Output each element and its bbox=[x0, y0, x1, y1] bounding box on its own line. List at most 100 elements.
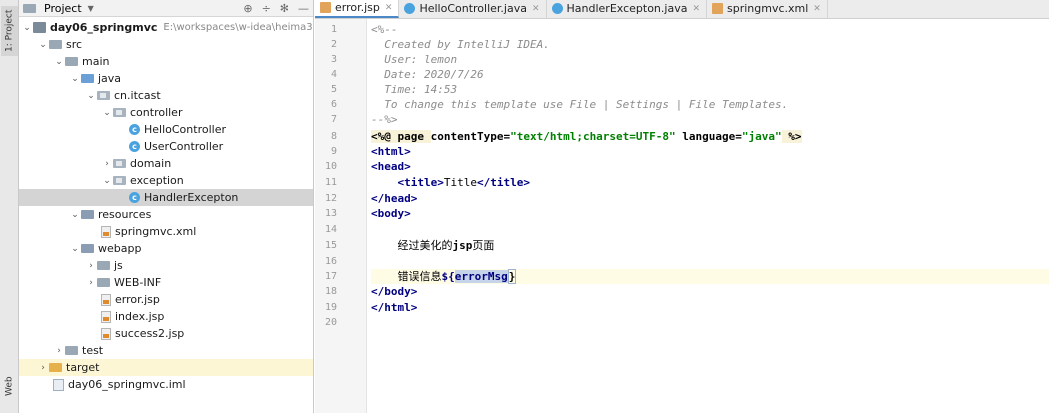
tab-springmvc-xml[interactable]: springmvc.xml ✕ bbox=[707, 0, 828, 18]
close-icon[interactable]: ✕ bbox=[532, 4, 540, 14]
attr-value: "java" bbox=[741, 130, 782, 143]
tree-item-src[interactable]: ⌄ src bbox=[19, 36, 313, 53]
chevron-right-icon[interactable]: › bbox=[37, 363, 49, 373]
code-line-2: Created by IntelliJ IDEA. bbox=[371, 38, 550, 51]
tree-item-iml-file[interactable]: day06_springmvc.iml bbox=[19, 376, 313, 393]
tree-item-hellocontroller[interactable]: c HelloController bbox=[19, 121, 313, 138]
el-variable: errorMsg bbox=[454, 270, 508, 283]
chevron-down-icon[interactable]: ⌄ bbox=[101, 176, 113, 186]
chevron-down-icon[interactable]: ⌄ bbox=[53, 57, 65, 67]
project-folder-icon bbox=[23, 3, 36, 13]
chevron-down-icon[interactable]: ⌄ bbox=[21, 23, 33, 33]
module-file-icon bbox=[53, 378, 64, 391]
tree-item-handlerexcepton[interactable]: c HandlerExcepton bbox=[19, 189, 313, 206]
close-icon[interactable]: ✕ bbox=[692, 4, 700, 14]
chevron-right-icon[interactable]: › bbox=[85, 278, 97, 288]
chevron-down-icon[interactable]: ⌄ bbox=[37, 40, 49, 50]
class-icon: c bbox=[129, 141, 140, 152]
line-number: 6 bbox=[330, 99, 337, 110]
code-line-13: <body> bbox=[371, 207, 411, 220]
tree-item-project-root[interactable]: ⌄ day06_springmvc E:\workspaces\w-idea\h… bbox=[19, 19, 314, 36]
tree-item-success2-jsp[interactable]: success2.jsp bbox=[19, 325, 313, 342]
line-number: 17 bbox=[324, 271, 337, 282]
tree-item-web-inf[interactable]: › WEB-INF bbox=[19, 274, 313, 291]
locate-icon[interactable]: ⊕ bbox=[243, 2, 252, 15]
tree-item-target[interactable]: › target bbox=[19, 359, 313, 376]
code-line-8: <%@ page contentType="text/html;charset=… bbox=[371, 129, 802, 144]
tab-hellocontroller-java[interactable]: HelloController.java ✕ bbox=[399, 0, 547, 18]
code-line-11: <title>Title</title> bbox=[371, 175, 530, 190]
code-line-7: --%> bbox=[371, 113, 398, 126]
chevron-down-icon[interactable]: ⌄ bbox=[69, 210, 81, 220]
tree-item-label: HelloController bbox=[144, 123, 226, 136]
page-directive-close: %> bbox=[781, 130, 802, 143]
line-number: 15 bbox=[324, 240, 337, 251]
tree-item-springmvc-xml[interactable]: springmvc.xml bbox=[19, 223, 313, 240]
tree-item-label: resources bbox=[98, 208, 152, 221]
tree-item-label: cn.itcast bbox=[114, 89, 161, 102]
chevron-down-icon[interactable]: ⌄ bbox=[101, 108, 113, 118]
line-number: 3 bbox=[330, 54, 337, 65]
class-icon bbox=[551, 3, 563, 14]
tree-item-label: day06_springmvc.iml bbox=[68, 378, 186, 391]
tree-item-label: domain bbox=[130, 157, 172, 170]
close-icon[interactable]: ✕ bbox=[385, 3, 393, 13]
project-view-selector[interactable]: Project bbox=[44, 2, 82, 15]
tree-item-webapp[interactable]: ⌄ webapp bbox=[19, 240, 313, 257]
tree-item-java[interactable]: ⌄ java bbox=[19, 70, 313, 87]
folder-icon bbox=[65, 57, 78, 66]
page-directive-open: <%@ page bbox=[371, 130, 431, 143]
chevron-down-icon[interactable]: ▼ bbox=[88, 4, 94, 13]
line-number: 20 bbox=[324, 317, 337, 328]
project-panel-header: Project ▼ ⊕ ÷ ✻ — bbox=[19, 0, 313, 17]
line-number: 1 bbox=[330, 24, 337, 35]
close-icon[interactable]: ✕ bbox=[813, 4, 821, 14]
tree-item-cn-itcast[interactable]: ⌄ cn.itcast bbox=[19, 87, 313, 104]
collapse-all-icon[interactable]: ÷ bbox=[262, 2, 271, 15]
code-line-17: 错误信息${errorMsg} bbox=[371, 269, 1049, 284]
tree-item-test[interactable]: › test bbox=[19, 342, 313, 359]
jsp-file-icon bbox=[101, 310, 111, 323]
chevron-down-icon[interactable]: ⌄ bbox=[85, 91, 97, 101]
project-path: E:\workspaces\w-idea\heima31\s bbox=[163, 22, 314, 33]
tree-item-main[interactable]: ⌄ main bbox=[19, 53, 313, 70]
chevron-right-icon[interactable]: › bbox=[53, 346, 65, 356]
tab-error-jsp[interactable]: error.jsp ✕ bbox=[315, 0, 400, 18]
el-open: ${ bbox=[441, 270, 455, 283]
chevron-right-icon[interactable]: › bbox=[101, 159, 113, 169]
hide-panel-icon[interactable]: — bbox=[298, 2, 309, 15]
xml-file-icon bbox=[712, 3, 723, 14]
tab-label: error.jsp bbox=[335, 1, 380, 14]
source-folder-icon bbox=[81, 74, 94, 83]
resources-folder-icon bbox=[81, 210, 94, 219]
chevron-down-icon[interactable]: ⌄ bbox=[69, 244, 81, 254]
tab-label: springmvc.xml bbox=[727, 2, 809, 15]
tab-handlerexcepton-java[interactable]: HandlerExcepton.java ✕ bbox=[547, 0, 707, 18]
tree-item-resources[interactable]: ⌄ resources bbox=[19, 206, 313, 223]
jsp-file-icon bbox=[320, 2, 331, 13]
project-tool-tab[interactable]: 1: Project bbox=[1, 6, 18, 56]
line-number: 7 bbox=[330, 114, 337, 125]
tree-item-exception[interactable]: ⌄ exception bbox=[19, 172, 313, 189]
tree-item-domain[interactable]: › domain bbox=[19, 155, 313, 172]
line-number: 19 bbox=[324, 302, 337, 313]
tree-item-error-jsp[interactable]: error.jsp bbox=[19, 291, 313, 308]
tree-item-index-jsp[interactable]: index.jsp bbox=[19, 308, 313, 325]
package-icon bbox=[113, 108, 126, 117]
folder-icon bbox=[49, 40, 62, 49]
folder-icon bbox=[97, 278, 110, 287]
tree-item-js[interactable]: › js bbox=[19, 257, 313, 274]
gear-icon[interactable]: ✻ bbox=[280, 2, 289, 15]
tree-item-usercontroller[interactable]: c UserController bbox=[19, 138, 313, 155]
chevron-right-icon[interactable]: › bbox=[85, 261, 97, 271]
attr-name: contentType= bbox=[430, 130, 511, 143]
text-content: 页面 bbox=[472, 239, 495, 252]
tree-item-label: controller bbox=[130, 106, 183, 119]
tree-item-controller[interactable]: ⌄ controller bbox=[19, 104, 313, 121]
line-number: 4 bbox=[330, 69, 337, 80]
web-tool-tab[interactable]: Web bbox=[1, 368, 18, 404]
editor-tab-bar: error.jsp ✕ HelloController.java ✕ Handl… bbox=[315, 0, 1049, 19]
tree-item-label: java bbox=[98, 72, 122, 85]
chevron-down-icon[interactable]: ⌄ bbox=[69, 74, 81, 84]
code-area[interactable]: <%-- Created by IntelliJ IDEA. User: lem… bbox=[371, 19, 1049, 413]
